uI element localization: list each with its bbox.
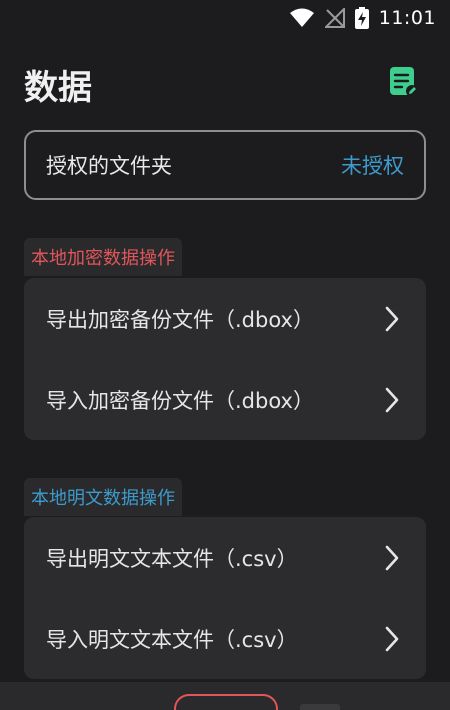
encrypted-actions-card: 导出加密备份文件（.dbox） 导入加密备份文件（.dbox） [24,278,426,440]
header: 数据 [24,58,426,110]
import-encrypted-backup-item[interactable]: 导入加密备份文件（.dbox） [24,359,426,440]
status-bar: 11:01 [0,0,450,36]
list-item-label: 导出加密备份文件（.dbox） [46,307,314,332]
section-tag-plaintext: 本地明文数据操作 [24,478,182,516]
list-item-label: 导入明文文本文件（.csv） [46,627,298,652]
chevron-right-icon [384,626,400,652]
status-time: 11:01 [378,7,436,29]
section-tag-encrypted: 本地加密数据操作 [24,238,182,276]
wifi-icon [289,8,315,28]
chevron-right-icon [384,545,400,571]
chevron-right-icon [384,306,400,332]
export-encrypted-backup-item[interactable]: 导出加密备份文件（.dbox） [24,278,426,359]
bottom-nav-active-tab[interactable] [174,694,278,710]
authorized-folder-field[interactable]: 授权的文件夹 未授权 [24,130,426,200]
chevron-right-icon [384,387,400,413]
folder-label: 授权的文件夹 [46,154,172,178]
list-item-label: 导出明文文本文件（.csv） [46,546,298,571]
page-title: 数据 [24,67,92,108]
list-item-label: 导入加密备份文件（.dbox） [46,388,314,413]
import-plaintext-csv-item[interactable]: 导入明文文本文件（.csv） [24,598,426,679]
export-plaintext-csv-item[interactable]: 导出明文文本文件（.csv） [24,517,426,598]
no-signal-icon [324,8,345,28]
note-edit-icon [389,66,419,102]
plaintext-actions-card: 导出明文文本文件（.csv） 导入明文文本文件（.csv） [24,517,426,679]
folder-status[interactable]: 未授权 [341,150,404,180]
battery-charging-icon [354,7,369,29]
bottom-nav-item[interactable] [300,704,340,710]
note-edit-button[interactable] [386,66,422,102]
bottom-navigation-bar [0,682,450,710]
